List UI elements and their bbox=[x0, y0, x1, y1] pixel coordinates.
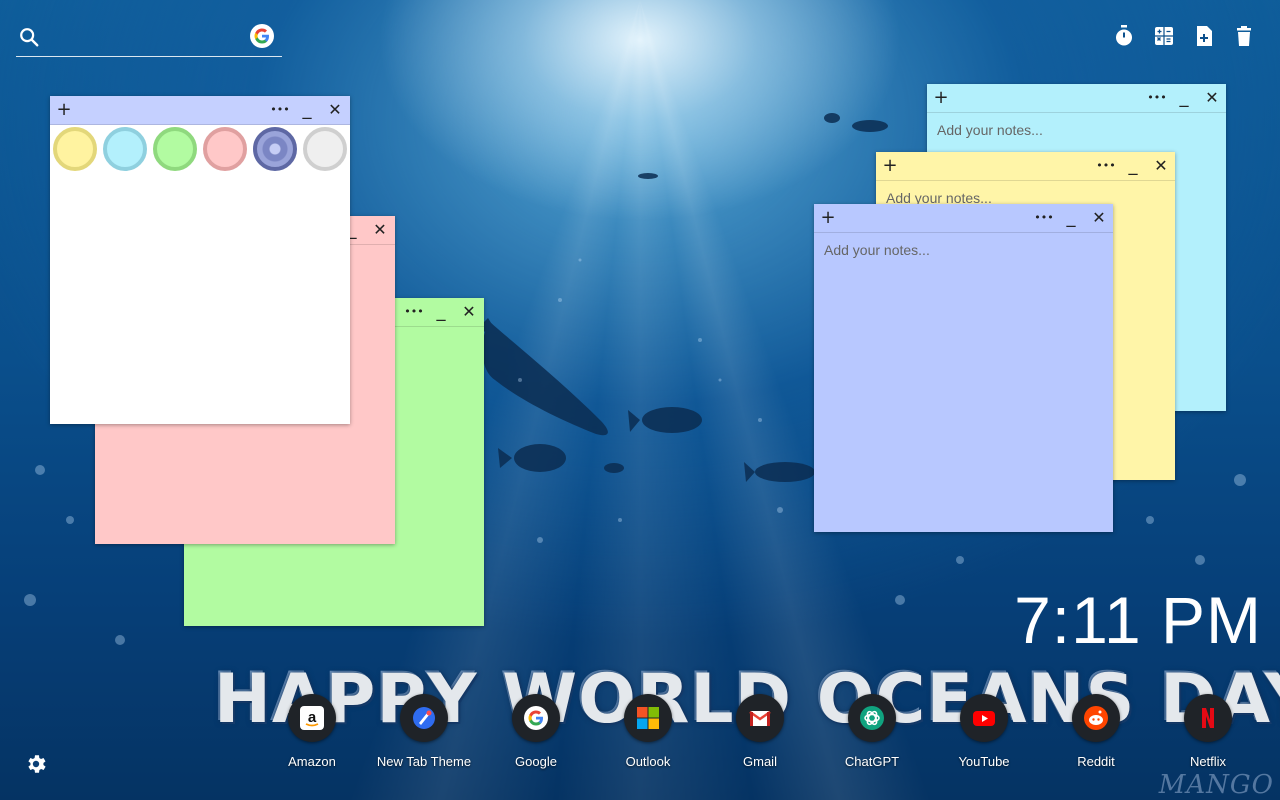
chatgpt-icon bbox=[860, 706, 884, 730]
add-note-button[interactable]: + bbox=[53, 96, 75, 124]
shortcut-google[interactable]: Google bbox=[486, 694, 586, 774]
sticky-note-white[interactable]: + ••• _ ✕ bbox=[50, 96, 350, 424]
more-options-button[interactable]: ••• bbox=[403, 298, 425, 326]
minimize-button[interactable]: _ bbox=[296, 96, 318, 124]
shortcut-label: ChatGPT bbox=[844, 754, 900, 769]
close-button[interactable]: ✕ bbox=[1201, 84, 1223, 112]
more-options-button[interactable]: ••• bbox=[1146, 84, 1168, 112]
netflix-icon bbox=[1202, 708, 1214, 728]
note-toolbar: + ••• _ ✕ bbox=[876, 152, 1175, 181]
note-toolbar: + ••• _ ✕ bbox=[50, 96, 350, 125]
shortcut-label: Outlook bbox=[625, 754, 671, 769]
minimize-button[interactable]: _ bbox=[430, 298, 452, 326]
shortcut-reddit[interactable]: Reddit bbox=[1046, 694, 1146, 774]
minimize-button[interactable]: _ bbox=[1173, 84, 1195, 112]
clock: 7:11 PM bbox=[1014, 583, 1262, 657]
new-tab-theme-icon bbox=[413, 707, 435, 729]
minimize-button[interactable]: _ bbox=[1122, 152, 1144, 180]
shortcut-label: Gmail bbox=[743, 754, 777, 769]
search-input[interactable] bbox=[46, 26, 250, 50]
search-icon[interactable] bbox=[18, 26, 40, 48]
shortcut-label: Google bbox=[515, 754, 557, 769]
shortcut-amazon[interactable]: a Amazon bbox=[262, 694, 362, 774]
search-bar bbox=[16, 20, 282, 57]
add-note-icon[interactable] bbox=[1192, 24, 1216, 48]
color-swatch-yellow[interactable] bbox=[53, 127, 97, 171]
close-button[interactable]: ✕ bbox=[324, 96, 346, 124]
youtube-icon bbox=[973, 711, 995, 726]
color-swatch-green[interactable] bbox=[153, 127, 197, 171]
close-button[interactable]: ✕ bbox=[458, 298, 480, 326]
outlook-icon bbox=[637, 707, 659, 729]
shortcut-label: Netflix bbox=[1189, 754, 1227, 769]
gear-icon[interactable] bbox=[24, 752, 48, 776]
shortcut-youtube[interactable]: YouTube bbox=[934, 694, 1034, 774]
more-options-button[interactable]: ••• bbox=[1033, 204, 1055, 232]
note-toolbar: + ••• _ ✕ bbox=[927, 84, 1226, 113]
close-button[interactable]: ✕ bbox=[369, 216, 391, 244]
sticky-note-blue[interactable]: + ••• _ ✕ bbox=[814, 204, 1113, 532]
calculator-icon[interactable] bbox=[1152, 24, 1176, 48]
svg-text:a: a bbox=[308, 709, 317, 726]
shortcut-netflix[interactable]: Netflix bbox=[1158, 694, 1258, 774]
color-swatch-periwinkle-selected[interactable] bbox=[253, 127, 297, 171]
add-note-button[interactable]: + bbox=[879, 152, 901, 180]
watermark-logo: MANGO bbox=[1158, 770, 1274, 800]
color-swatch-white[interactable] bbox=[303, 127, 347, 171]
shortcut-label: Amazon bbox=[288, 754, 336, 769]
shortcut-label: Reddit bbox=[1077, 754, 1115, 769]
close-button[interactable]: ✕ bbox=[1088, 204, 1110, 232]
shortcut-chatgpt[interactable]: ChatGPT bbox=[822, 694, 922, 774]
color-swatch-pink[interactable] bbox=[203, 127, 247, 171]
add-note-button[interactable]: + bbox=[930, 84, 952, 112]
google-icon bbox=[524, 706, 548, 730]
reddit-icon bbox=[1084, 706, 1108, 730]
color-swatch-cyan[interactable] bbox=[103, 127, 147, 171]
more-options-button[interactable]: ••• bbox=[269, 96, 291, 124]
shortcut-label: YouTube bbox=[958, 754, 1010, 769]
color-picker bbox=[50, 125, 350, 177]
note-text-area[interactable] bbox=[814, 233, 1113, 532]
google-icon[interactable] bbox=[250, 24, 274, 48]
gmail-icon bbox=[749, 711, 771, 726]
shortcut-new-tab-theme[interactable]: New Tab Theme bbox=[374, 694, 474, 774]
minimize-button[interactable]: _ bbox=[1060, 204, 1082, 232]
close-button[interactable]: ✕ bbox=[1150, 152, 1172, 180]
shortcut-label: New Tab Theme bbox=[376, 754, 472, 769]
more-options-button[interactable]: ••• bbox=[1095, 152, 1117, 180]
trash-icon[interactable] bbox=[1232, 24, 1256, 48]
shortcut-gmail[interactable]: Gmail bbox=[710, 694, 810, 774]
shortcut-outlook[interactable]: Outlook bbox=[598, 694, 698, 774]
amazon-icon: a bbox=[300, 706, 324, 730]
note-toolbar: + ••• _ ✕ bbox=[814, 204, 1113, 233]
timer-icon[interactable] bbox=[1112, 24, 1136, 48]
add-note-button[interactable]: + bbox=[817, 204, 839, 232]
